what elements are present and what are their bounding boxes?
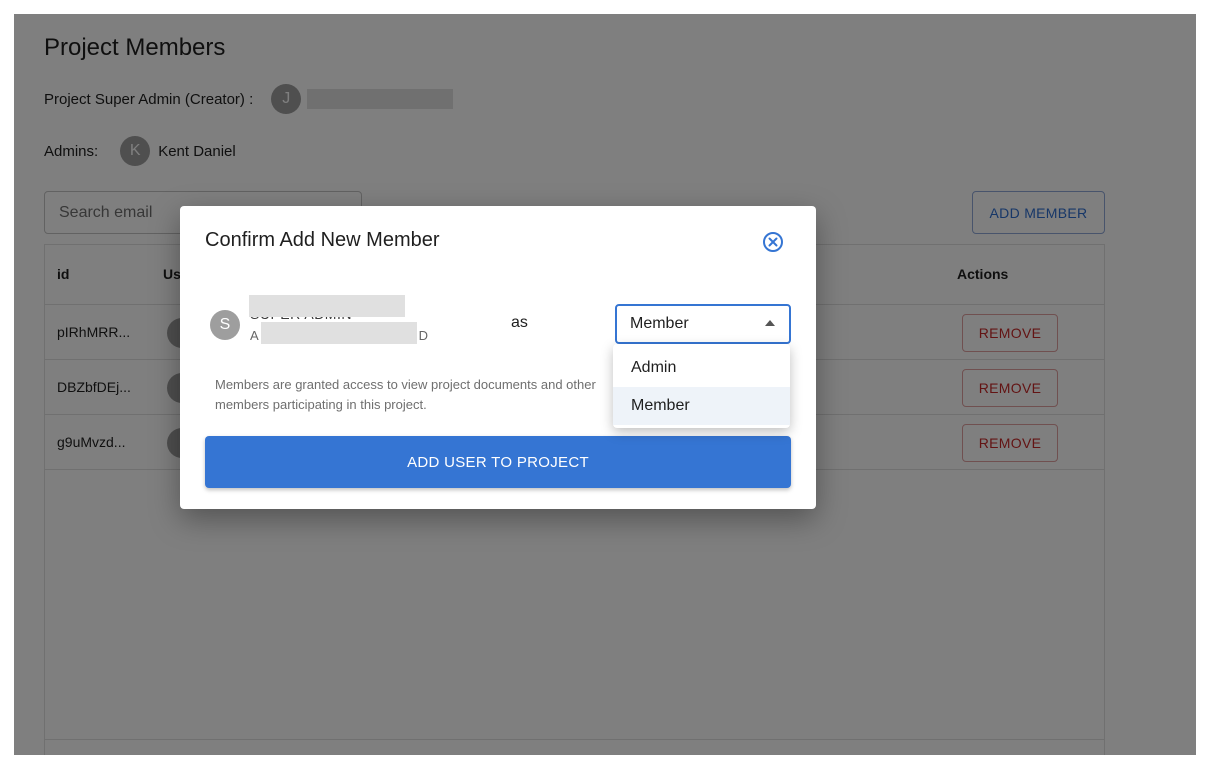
user-avatar: S: [210, 310, 240, 340]
app-viewport: Project Members Project Super Admin (Cre…: [14, 14, 1196, 755]
add-user-to-project-button[interactable]: ADD USER TO PROJECT: [205, 436, 791, 488]
user-id-start: A: [250, 328, 259, 343]
caret-up-icon: [765, 320, 775, 326]
role-select-value: Member: [630, 315, 689, 332]
role-select[interactable]: Member: [615, 304, 791, 344]
redacted-user-name: [249, 295, 405, 317]
role-dropdown-menu: Admin Member: [613, 344, 790, 428]
role-option-admin[interactable]: Admin: [613, 349, 790, 387]
user-id-end: D: [418, 328, 429, 343]
help-text: Members are granted access to view proje…: [215, 377, 596, 412]
as-label: as: [511, 314, 528, 331]
redacted-user-id: [261, 322, 417, 344]
dialog-title: Confirm Add New Member: [205, 229, 440, 251]
role-option-member[interactable]: Member: [613, 387, 790, 425]
close-icon[interactable]: [761, 230, 785, 254]
